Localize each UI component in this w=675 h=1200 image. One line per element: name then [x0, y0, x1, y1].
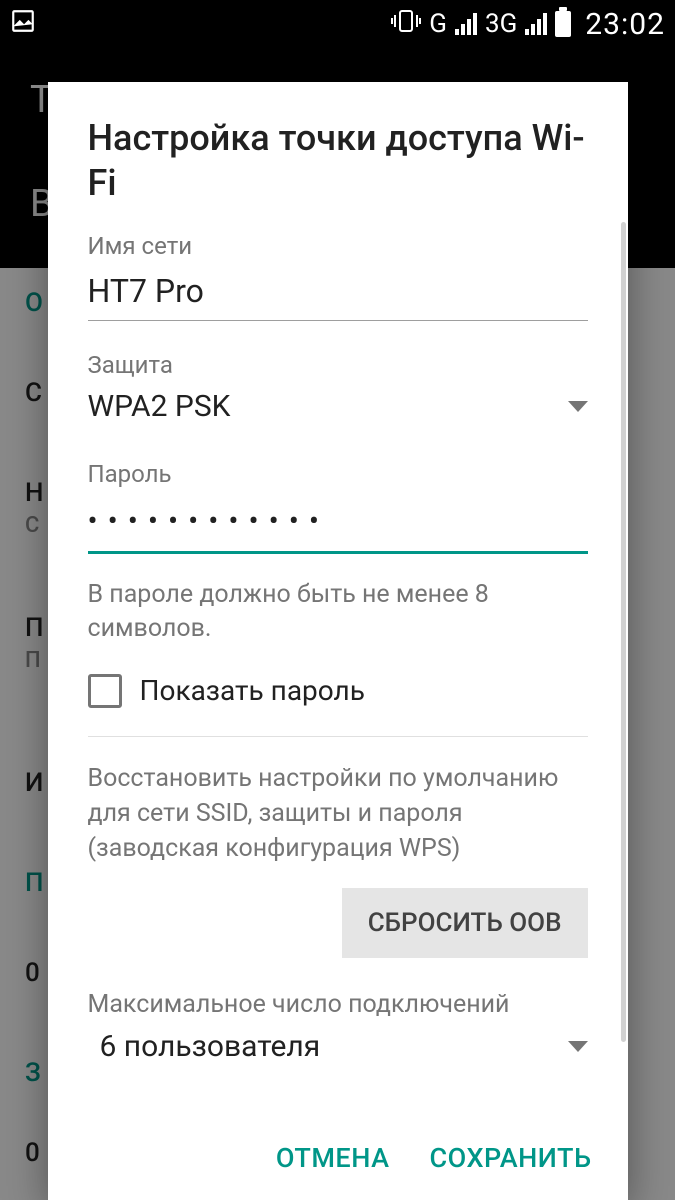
show-password-checkbox[interactable]: Показать пароль — [88, 674, 588, 708]
cancel-button[interactable]: ОТМЕНА — [276, 1142, 390, 1174]
divider — [88, 736, 588, 737]
security-label: Защита — [88, 351, 588, 379]
signal-bars-icon-1 — [455, 13, 477, 35]
checkbox-icon[interactable] — [88, 674, 122, 708]
modal-overlay[interactable]: Настройка точки доступа Wi-Fi Имя сети З… — [0, 48, 675, 1200]
chevron-down-icon — [568, 401, 588, 412]
show-password-label: Показать пароль — [140, 674, 365, 707]
network-name-field: Имя сети — [88, 232, 588, 321]
status-bar: G 3G 23:02 — [0, 0, 675, 48]
scroll-indicator[interactable] — [621, 222, 626, 1042]
password-input[interactable] — [88, 494, 588, 554]
max-connections-value: 6 пользователя — [100, 1029, 321, 1064]
dialog-title: Настройка точки доступа Wi-Fi — [88, 116, 588, 206]
picture-icon — [10, 8, 36, 41]
security-select[interactable]: WPA2 PSK — [88, 385, 588, 430]
reset-oob-button[interactable]: СБРОСИТЬ OOB — [342, 888, 588, 958]
chevron-down-icon — [568, 1041, 588, 1052]
max-connections-label: Максимальное число подключений — [88, 990, 588, 1019]
password-label: Пароль — [88, 460, 588, 488]
password-helper-text: В пароле должно быть не менее 8 символов… — [88, 578, 588, 646]
battery-icon — [555, 11, 571, 37]
security-value: WPA2 PSK — [88, 389, 231, 424]
network-name-label: Имя сети — [88, 232, 588, 260]
wifi-hotspot-dialog: Настройка точки доступа Wi-Fi Имя сети З… — [48, 82, 628, 1200]
reset-description: Восстановить настройки по умолчанию для … — [88, 761, 588, 866]
max-connections-field[interactable]: Максимальное число подключений 6 пользов… — [88, 990, 588, 1070]
max-connections-select[interactable]: 6 пользователя — [88, 1025, 588, 1070]
save-button[interactable]: СОХРАНИТЬ — [430, 1142, 592, 1174]
clock: 23:02 — [585, 7, 665, 42]
signal-bars-icon-2 — [525, 13, 547, 35]
vibrate-icon — [391, 8, 421, 41]
network-type-1: G — [429, 9, 447, 39]
dialog-actions: ОТМЕНА СОХРАНИТЬ — [48, 1122, 628, 1200]
network-type-2: 3G — [485, 9, 517, 39]
password-field: Пароль — [88, 460, 588, 554]
security-field[interactable]: Защита WPA2 PSK — [88, 351, 588, 430]
network-name-input[interactable] — [88, 266, 588, 321]
